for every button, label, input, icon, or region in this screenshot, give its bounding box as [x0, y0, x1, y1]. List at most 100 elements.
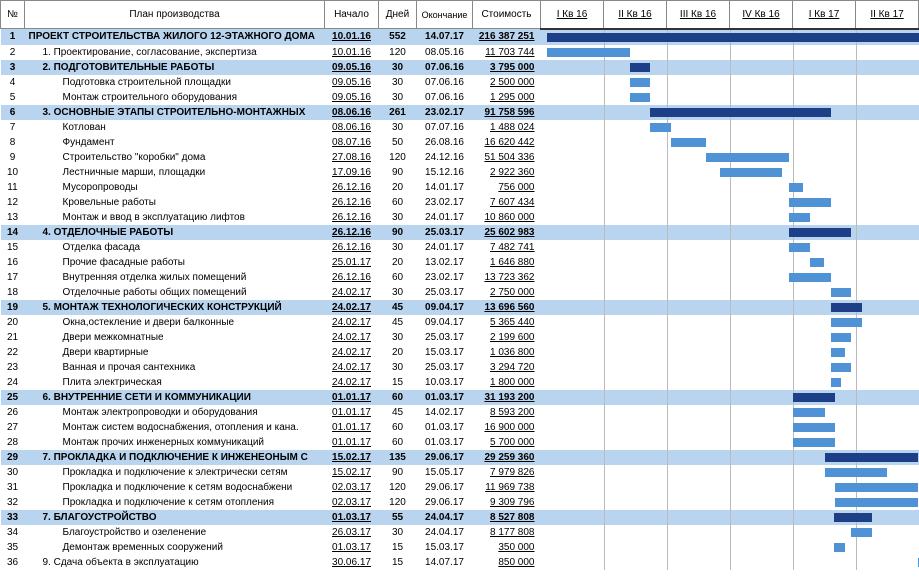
- duration-days: 135: [379, 450, 417, 465]
- col-header-q3-16: III Кв 16: [667, 1, 730, 29]
- gantt-bar: [810, 258, 824, 267]
- gantt-cell: [541, 195, 919, 210]
- gantt-bar: [831, 378, 841, 387]
- table-row: 28Монтаж прочих инженерных коммуникаций0…: [1, 435, 919, 450]
- gantt-bar: [793, 423, 834, 432]
- row-number: 19: [1, 300, 25, 315]
- gantt-cell: [541, 45, 919, 60]
- start-date: 01.01.17: [325, 420, 379, 435]
- start-date: 24.02.17: [325, 330, 379, 345]
- task-name: Строительство "коробки" дома: [25, 150, 325, 165]
- start-date: 24.02.17: [325, 360, 379, 375]
- task-name: 7. ПРОКЛАДКА И ПОДКЛЮЧЕНИЕ К ИНЖЕНЕОНЫМ …: [25, 450, 325, 465]
- end-date: 14.07.17: [417, 555, 473, 570]
- task-name: Кровельные работы: [25, 195, 325, 210]
- end-date: 24.04.17: [417, 510, 473, 525]
- gantt-cell: [541, 255, 919, 270]
- task-name: 4. ОТДЕЛОЧНЫЕ РАБОТЫ: [25, 225, 325, 240]
- cost: 8 177 808: [473, 525, 541, 540]
- table-row: 195. МОНТАЖ ТЕХНОЛОГИЧЕСКИХ КОНСТРУКЦИЙ2…: [1, 300, 919, 315]
- row-number: 34: [1, 525, 25, 540]
- gantt-cell: [541, 225, 919, 240]
- task-name: Прокладка и подключение к сетям водоснаб…: [25, 480, 325, 495]
- cost: 2 500 000: [473, 75, 541, 90]
- row-number: 13: [1, 210, 25, 225]
- col-header-num: №: [1, 1, 25, 29]
- end-date: 15.03.17: [417, 345, 473, 360]
- cost: 25 602 983: [473, 225, 541, 240]
- row-number: 12: [1, 195, 25, 210]
- end-date: 01.03.17: [417, 390, 473, 405]
- row-number: 24: [1, 375, 25, 390]
- gantt-cell: [541, 150, 919, 165]
- gantt-cell: [541, 540, 919, 555]
- duration-days: 30: [379, 120, 417, 135]
- duration-days: 30: [379, 75, 417, 90]
- end-date: 10.03.17: [417, 375, 473, 390]
- table-row: 27Монтаж систем водоснабжения, отопления…: [1, 420, 919, 435]
- cost: 7 482 741: [473, 240, 541, 255]
- duration-days: 15: [379, 540, 417, 555]
- end-date: 15.12.16: [417, 165, 473, 180]
- duration-days: 120: [379, 480, 417, 495]
- end-date: 24.01.17: [417, 240, 473, 255]
- row-number: 8: [1, 135, 25, 150]
- end-date: 24.04.17: [417, 525, 473, 540]
- cost: 7 979 826: [473, 465, 541, 480]
- gantt-cell: [541, 120, 919, 135]
- duration-days: 15: [379, 375, 417, 390]
- table-row: 5Монтаж строительного оборудования09.05.…: [1, 90, 919, 105]
- task-name: Внутренняя отделка жилых помещений: [25, 270, 325, 285]
- table-row: 369. Сдача объекта в эксплуатацию30.06.1…: [1, 555, 919, 570]
- gantt-cell: [541, 435, 919, 450]
- task-name: 7. БЛАГОУСТРОЙСТВО: [25, 510, 325, 525]
- table-row: 17Внутренняя отделка жилых помещений26.1…: [1, 270, 919, 285]
- duration-days: 552: [379, 29, 417, 45]
- end-date: 13.02.17: [417, 255, 473, 270]
- cost: 11 969 738: [473, 480, 541, 495]
- start-date: 09.05.16: [325, 75, 379, 90]
- gantt-bar: [547, 33, 919, 42]
- gantt-bar: [671, 138, 706, 147]
- table-row: 30Прокладка и подключение к электрически…: [1, 465, 919, 480]
- gantt-bar: [825, 453, 918, 462]
- gantt-cell: [541, 29, 919, 45]
- row-number: 16: [1, 255, 25, 270]
- cost: 850 000: [473, 555, 541, 570]
- task-name: Демонтаж временных сооружений: [25, 540, 325, 555]
- gantt-bar: [650, 108, 830, 117]
- task-name: Окна,остекление и двери балконные: [25, 315, 325, 330]
- end-date: 26.08.16: [417, 135, 473, 150]
- cost: 13 723 362: [473, 270, 541, 285]
- start-date: 01.03.17: [325, 540, 379, 555]
- cost: 16 900 000: [473, 420, 541, 435]
- start-date: 24.02.17: [325, 375, 379, 390]
- cost: 756 000: [473, 180, 541, 195]
- row-number: 11: [1, 180, 25, 195]
- duration-days: 60: [379, 390, 417, 405]
- row-number: 26: [1, 405, 25, 420]
- duration-days: 55: [379, 510, 417, 525]
- table-row: 144. ОТДЕЛОЧНЫЕ РАБОТЫ26.12.169025.03.17…: [1, 225, 919, 240]
- table-row: 1ПРОЕКТ СТРОИТЕЛЬСТВА ЖИЛОГО 12-ЭТАЖНОГО…: [1, 29, 919, 45]
- start-date: 30.06.17: [325, 555, 379, 570]
- task-name: ПРОЕКТ СТРОИТЕЛЬСТВА ЖИЛОГО 12-ЭТАЖНОГО …: [25, 29, 325, 45]
- cost: 29 259 360: [473, 450, 541, 465]
- task-name: 6. ВНУТРЕННИЕ СЕТИ И КОММУНИКАЦИИ: [25, 390, 325, 405]
- row-number: 23: [1, 360, 25, 375]
- cost: 1 800 000: [473, 375, 541, 390]
- task-name: Благоустройство и озеленение: [25, 525, 325, 540]
- gantt-cell: [541, 330, 919, 345]
- start-date: 15.02.17: [325, 450, 379, 465]
- cost: 2 922 360: [473, 165, 541, 180]
- gantt-cell: [541, 210, 919, 225]
- cost: 9 309 796: [473, 495, 541, 510]
- duration-days: 30: [379, 60, 417, 75]
- gantt-bar: [831, 363, 852, 372]
- cost: 5 365 440: [473, 315, 541, 330]
- gantt-cell: [541, 375, 919, 390]
- task-name: Прокладка и подключение к сетям отоплени…: [25, 495, 325, 510]
- duration-days: 15: [379, 555, 417, 570]
- task-name: 3. ОСНОВНЫЕ ЭТАПЫ СТРОИТЕЛЬНО-МОНТАЖНЫХ: [25, 105, 325, 120]
- end-date: 14.01.17: [417, 180, 473, 195]
